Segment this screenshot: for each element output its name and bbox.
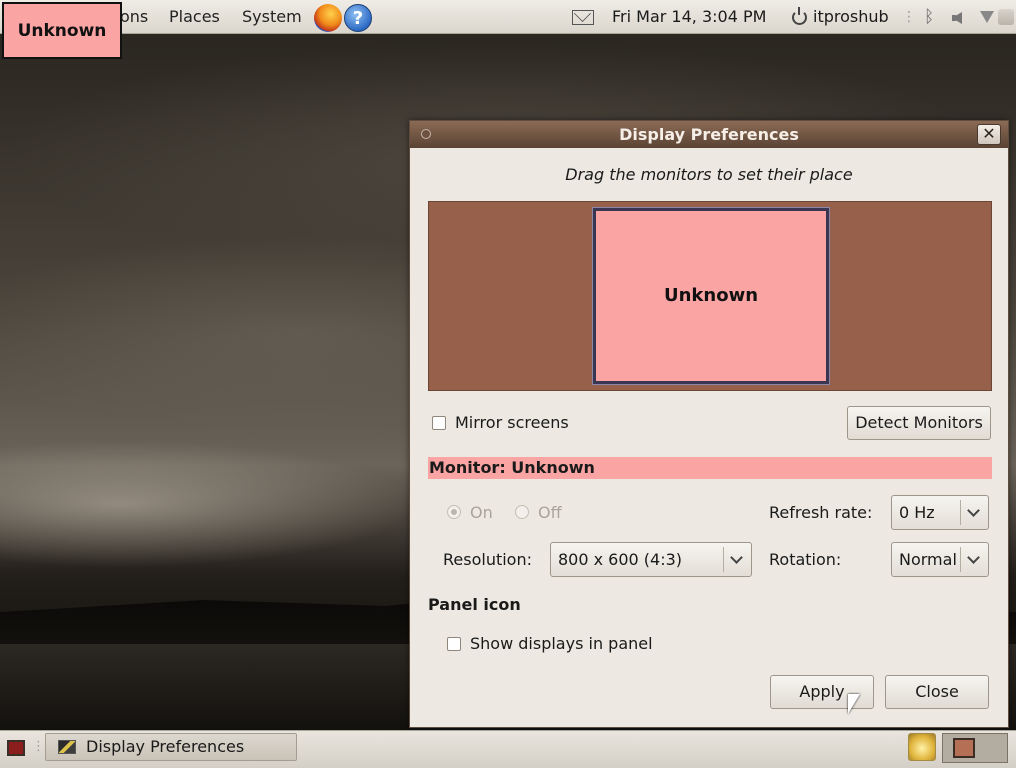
refresh-rate-select[interactable]: 0 Hz <box>891 495 989 530</box>
instruction-text: Drag the monitors to set their place <box>565 165 853 184</box>
monitor-identify-label: Unknown <box>2 2 122 59</box>
places-menu[interactable]: Places <box>169 0 220 34</box>
workspace-active[interactable] <box>953 738 975 758</box>
mirror-screens-label[interactable]: Mirror screens <box>455 413 569 432</box>
taskbar-item-display-preferences[interactable]: Display Preferences <box>45 733 297 761</box>
workspace-switcher[interactable] <box>942 733 1008 763</box>
help-icon[interactable]: ? <box>344 4 372 32</box>
chevron-down-icon <box>723 547 751 572</box>
panel-separator: ⋮ <box>902 9 916 25</box>
window-menu-icon[interactable] <box>421 129 431 139</box>
resolution-select[interactable]: 800 x 600 (4:3) <box>550 542 752 577</box>
display-preferences-dialog: Display Preferences ✕ Drag the monitors … <box>409 120 1009 728</box>
on-label: On <box>470 503 493 522</box>
display-preferences-icon <box>58 740 76 754</box>
panel-separator: ⋮ <box>32 739 45 754</box>
power-icon[interactable] <box>792 7 807 25</box>
resolution-label: Resolution: <box>443 550 532 569</box>
rotation-value: Normal <box>899 550 957 569</box>
show-displays-checkbox[interactable] <box>447 637 461 651</box>
bottom-panel: ⋮ Display Preferences <box>0 730 1016 768</box>
monitor-layout-canvas: Unknown <box>428 201 992 391</box>
clock[interactable]: Fri Mar 14, 3:04 PM <box>612 0 766 34</box>
detect-monitors-button[interactable]: Detect Monitors <box>847 406 991 440</box>
show-desktop-icon[interactable] <box>7 740 25 756</box>
chevron-down-icon <box>960 500 988 525</box>
volume-icon[interactable] <box>952 12 962 24</box>
dialog-title: Display Preferences <box>619 125 799 144</box>
refresh-rate-value: 0 Hz <box>899 503 935 522</box>
monitor-unknown[interactable]: Unknown <box>592 207 830 385</box>
close-button[interactable]: Close <box>885 675 989 709</box>
network-icon[interactable] <box>980 11 994 23</box>
chevron-down-icon <box>960 547 988 572</box>
monitor-section-title: Monitor: Unknown <box>428 457 992 479</box>
on-radio[interactable] <box>447 505 461 519</box>
applications-menu[interactable]: ons <box>120 0 148 34</box>
panel-icon-heading: Panel icon <box>428 595 521 614</box>
show-displays-label[interactable]: Show displays in panel <box>470 634 653 653</box>
rotation-select[interactable]: Normal <box>891 542 989 577</box>
trash-icon[interactable] <box>908 733 936 761</box>
shutdown-icon[interactable] <box>998 9 1014 25</box>
rotation-label: Rotation: <box>769 550 842 569</box>
taskbar-item-label: Display Preferences <box>86 737 245 756</box>
user-menu[interactable]: itproshub <box>813 0 889 34</box>
close-icon[interactable]: ✕ <box>977 124 1001 145</box>
mail-icon[interactable] <box>572 10 594 25</box>
off-radio[interactable] <box>515 505 529 519</box>
system-menu[interactable]: System <box>242 0 302 34</box>
bluetooth-icon[interactable]: ᛒ <box>924 0 934 34</box>
mouse-pointer-icon <box>848 694 860 714</box>
resolution-value: 800 x 600 (4:3) <box>558 550 683 569</box>
refresh-rate-label: Refresh rate: <box>769 503 873 522</box>
dialog-titlebar[interactable]: Display Preferences ✕ <box>410 121 1008 148</box>
top-panel: ons Places System ? Fri Mar 14, 3:04 PM … <box>0 0 1016 34</box>
off-label: Off <box>538 503 562 522</box>
mirror-screens-checkbox[interactable] <box>432 416 446 430</box>
firefox-icon[interactable] <box>314 4 342 32</box>
